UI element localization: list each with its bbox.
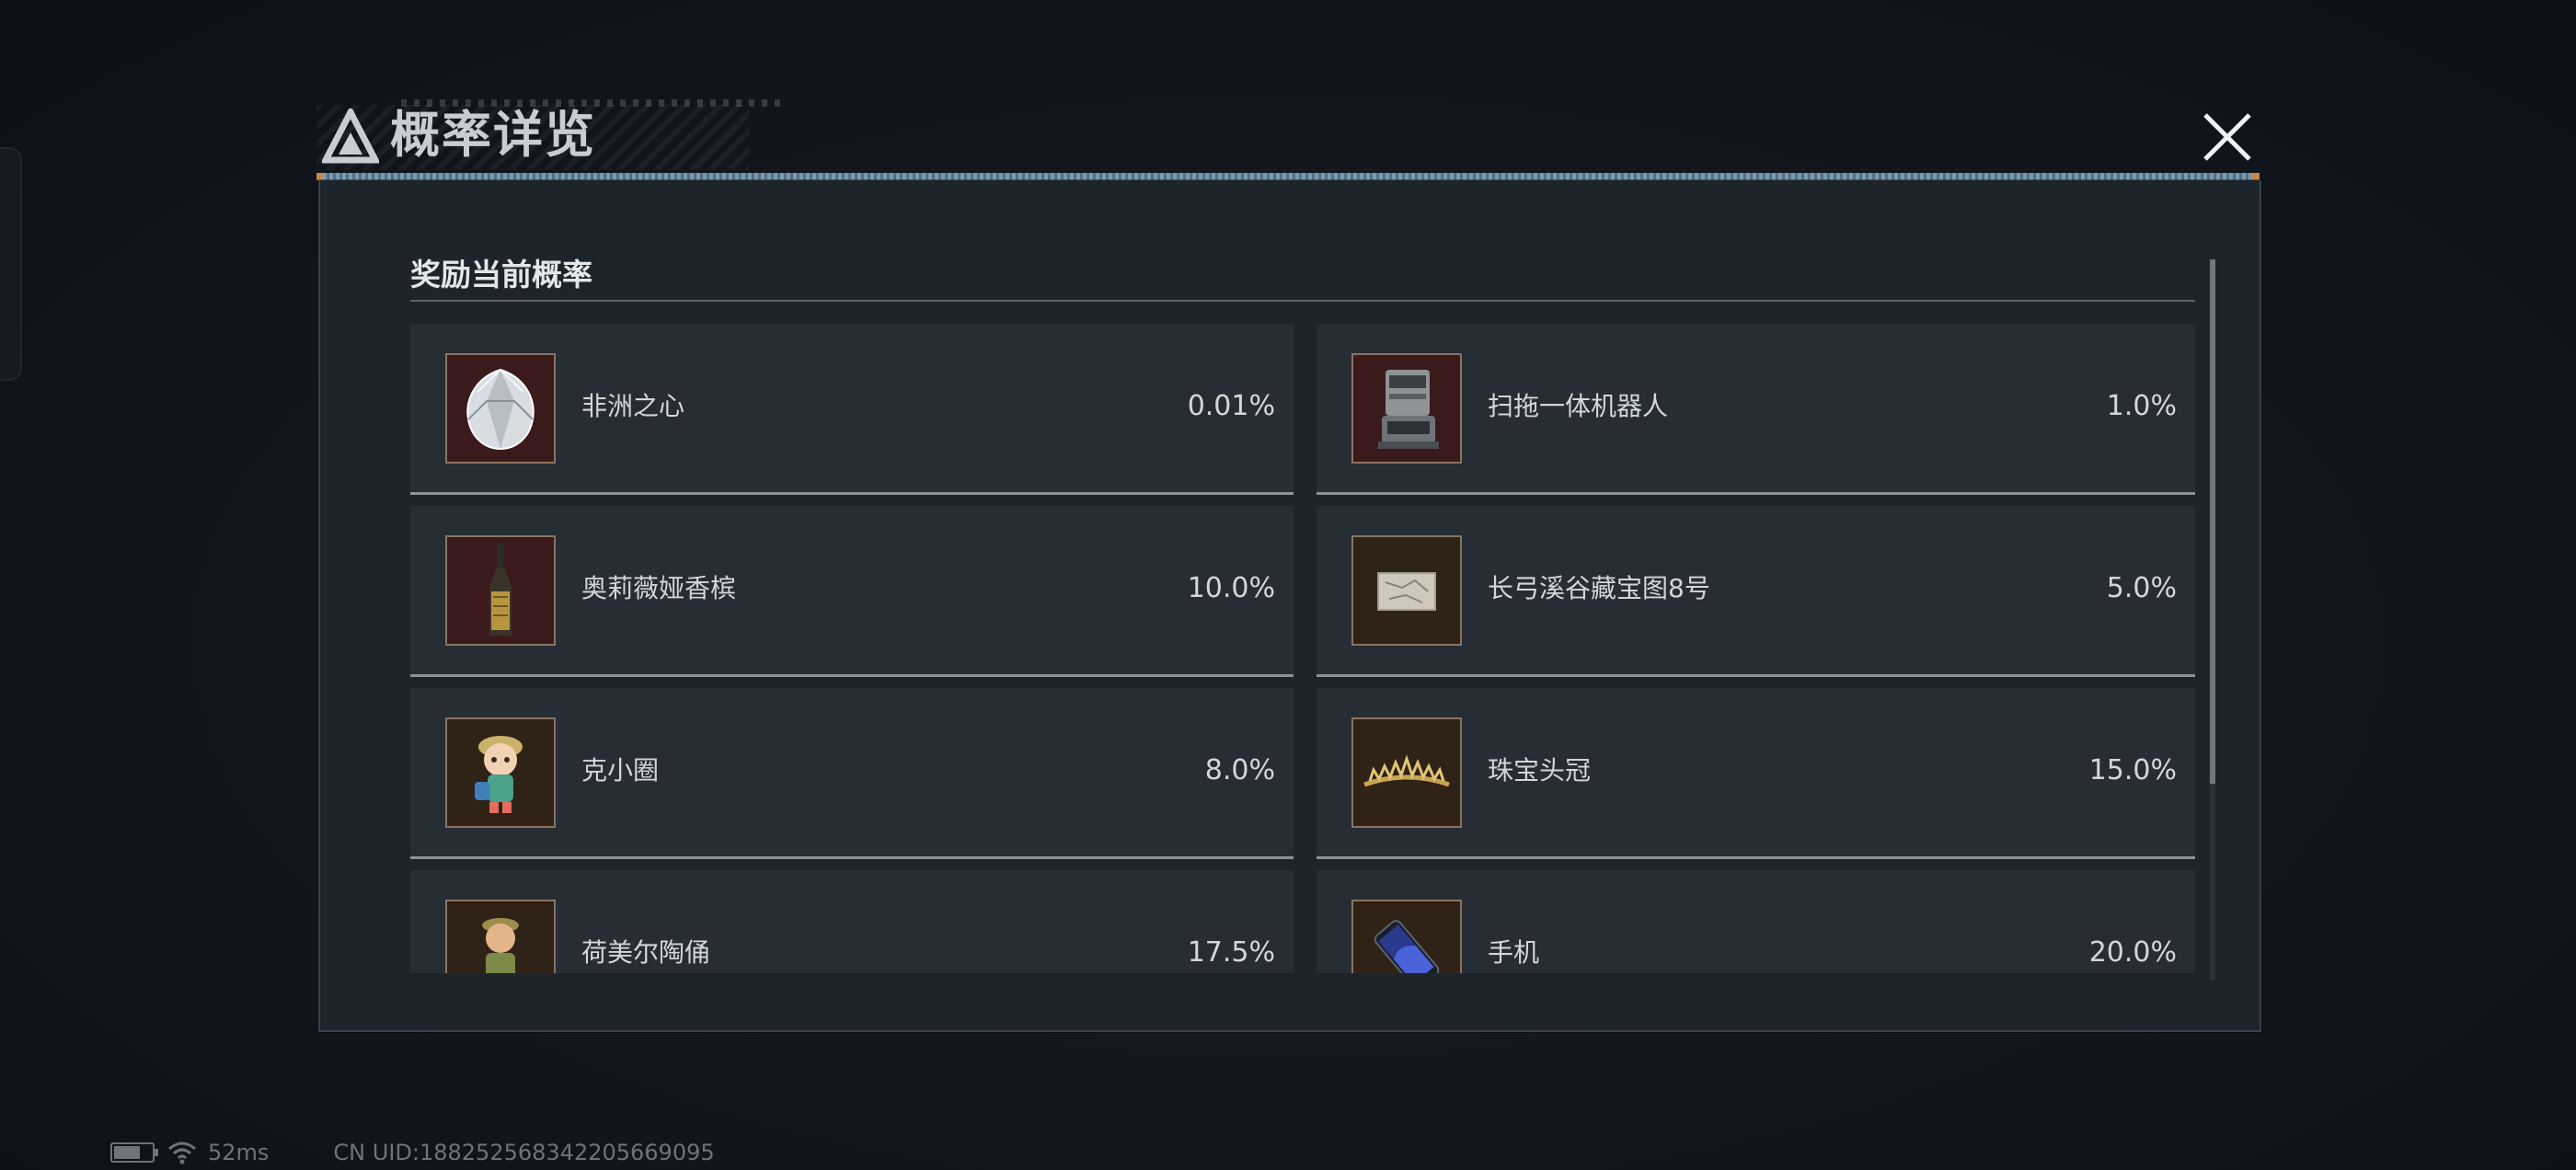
reward-item[interactable]: 长弓溪谷藏宝图8号 5.0% — [1317, 506, 2195, 677]
champagne-bottle-icon — [489, 544, 512, 636]
reward-thumbnail — [445, 717, 556, 828]
dialog-header: 概率详览 — [316, 96, 2260, 180]
probability-panel: 奖励当前概率 非洲之心 0.01% 扫拖一体机器人 1.0% 奥莉薇娅香槟 10… — [318, 180, 2261, 1032]
reward-item[interactable]: 非洲之心 0.01% — [410, 324, 1294, 495]
reward-name: 珠宝头冠 — [1488, 755, 1592, 786]
figurine-icon — [475, 736, 523, 813]
reward-probability: 10.0% — [1187, 572, 1275, 604]
reward-thumbnail — [1351, 900, 1462, 973]
reward-item[interactable]: 荷美尔陶俑 17.5% — [410, 870, 1294, 973]
reward-name: 奥莉薇娅香槟 — [581, 573, 737, 603]
side-edge-tab[interactable] — [0, 147, 22, 381]
header-divider-dot-right — [2252, 173, 2260, 180]
reward-name: 荷美尔陶俑 — [581, 937, 711, 968]
clay-figurine-icon — [482, 918, 519, 973]
wifi-icon — [168, 1141, 196, 1164]
reward-thumbnail — [445, 535, 556, 646]
reward-item[interactable]: 珠宝头冠 15.0% — [1317, 688, 2195, 859]
close-icon — [2203, 113, 2251, 161]
reward-probability: 1.0% — [2106, 390, 2177, 422]
triangle-logo-icon — [322, 109, 379, 164]
header-divider — [316, 173, 2260, 180]
scrollbar[interactable] — [2210, 259, 2215, 981]
dialog-title: 概率详览 — [390, 106, 596, 164]
reward-item[interactable]: 手机 20.0% — [1317, 870, 2195, 973]
diamond-icon — [466, 368, 535, 451]
uid-text: CN UID:188252568342205669095 — [333, 1140, 715, 1165]
reward-item[interactable]: 扫拖一体机器人 1.0% — [1317, 324, 2195, 495]
reward-item[interactable]: 奥莉薇娅香槟 10.0% — [410, 506, 1294, 677]
treasure-map-icon — [1377, 572, 1436, 611]
reward-probability: 8.0% — [1204, 754, 1275, 786]
reward-item[interactable]: 克小圈 8.0% — [410, 688, 1294, 859]
robot-vacuum-icon — [1378, 370, 1439, 449]
reward-probability: 17.5% — [1187, 936, 1275, 969]
close-button[interactable] — [2195, 105, 2260, 169]
ping-text: 52ms — [208, 1140, 270, 1165]
header-divider-dot-left — [316, 173, 324, 180]
status-bar: 52ms CN UID:188252568342205669095 — [110, 1139, 715, 1166]
reward-probability: 5.0% — [2106, 572, 2177, 604]
reward-name: 克小圈 — [581, 755, 660, 786]
reward-name: 扫拖一体机器人 — [1488, 391, 1669, 421]
reward-thumbnail — [445, 900, 556, 973]
reward-name: 非洲之心 — [581, 391, 685, 421]
reward-probability: 0.01% — [1187, 390, 1275, 422]
reward-thumbnail — [1351, 353, 1462, 464]
tiara-icon — [1363, 754, 1450, 787]
reward-probability: 15.0% — [2088, 754, 2177, 786]
reward-thumbnail — [1351, 535, 1462, 646]
reward-thumbnail — [1351, 717, 1462, 828]
battery-icon — [110, 1142, 158, 1163]
reward-name: 长弓溪谷藏宝图8号 — [1488, 573, 1710, 603]
section-title: 奖励当前概率 — [410, 257, 592, 292]
section-divider — [410, 300, 2195, 302]
phone-icon — [1374, 920, 1440, 973]
reward-list[interactable]: 非洲之心 0.01% 扫拖一体机器人 1.0% 奥莉薇娅香槟 10.0% 长弓溪… — [410, 324, 2195, 973]
reward-probability: 20.0% — [2088, 936, 2177, 969]
reward-thumbnail — [445, 353, 556, 464]
reward-name: 手机 — [1488, 937, 1540, 968]
scrollbar-thumb[interactable] — [2210, 259, 2215, 784]
